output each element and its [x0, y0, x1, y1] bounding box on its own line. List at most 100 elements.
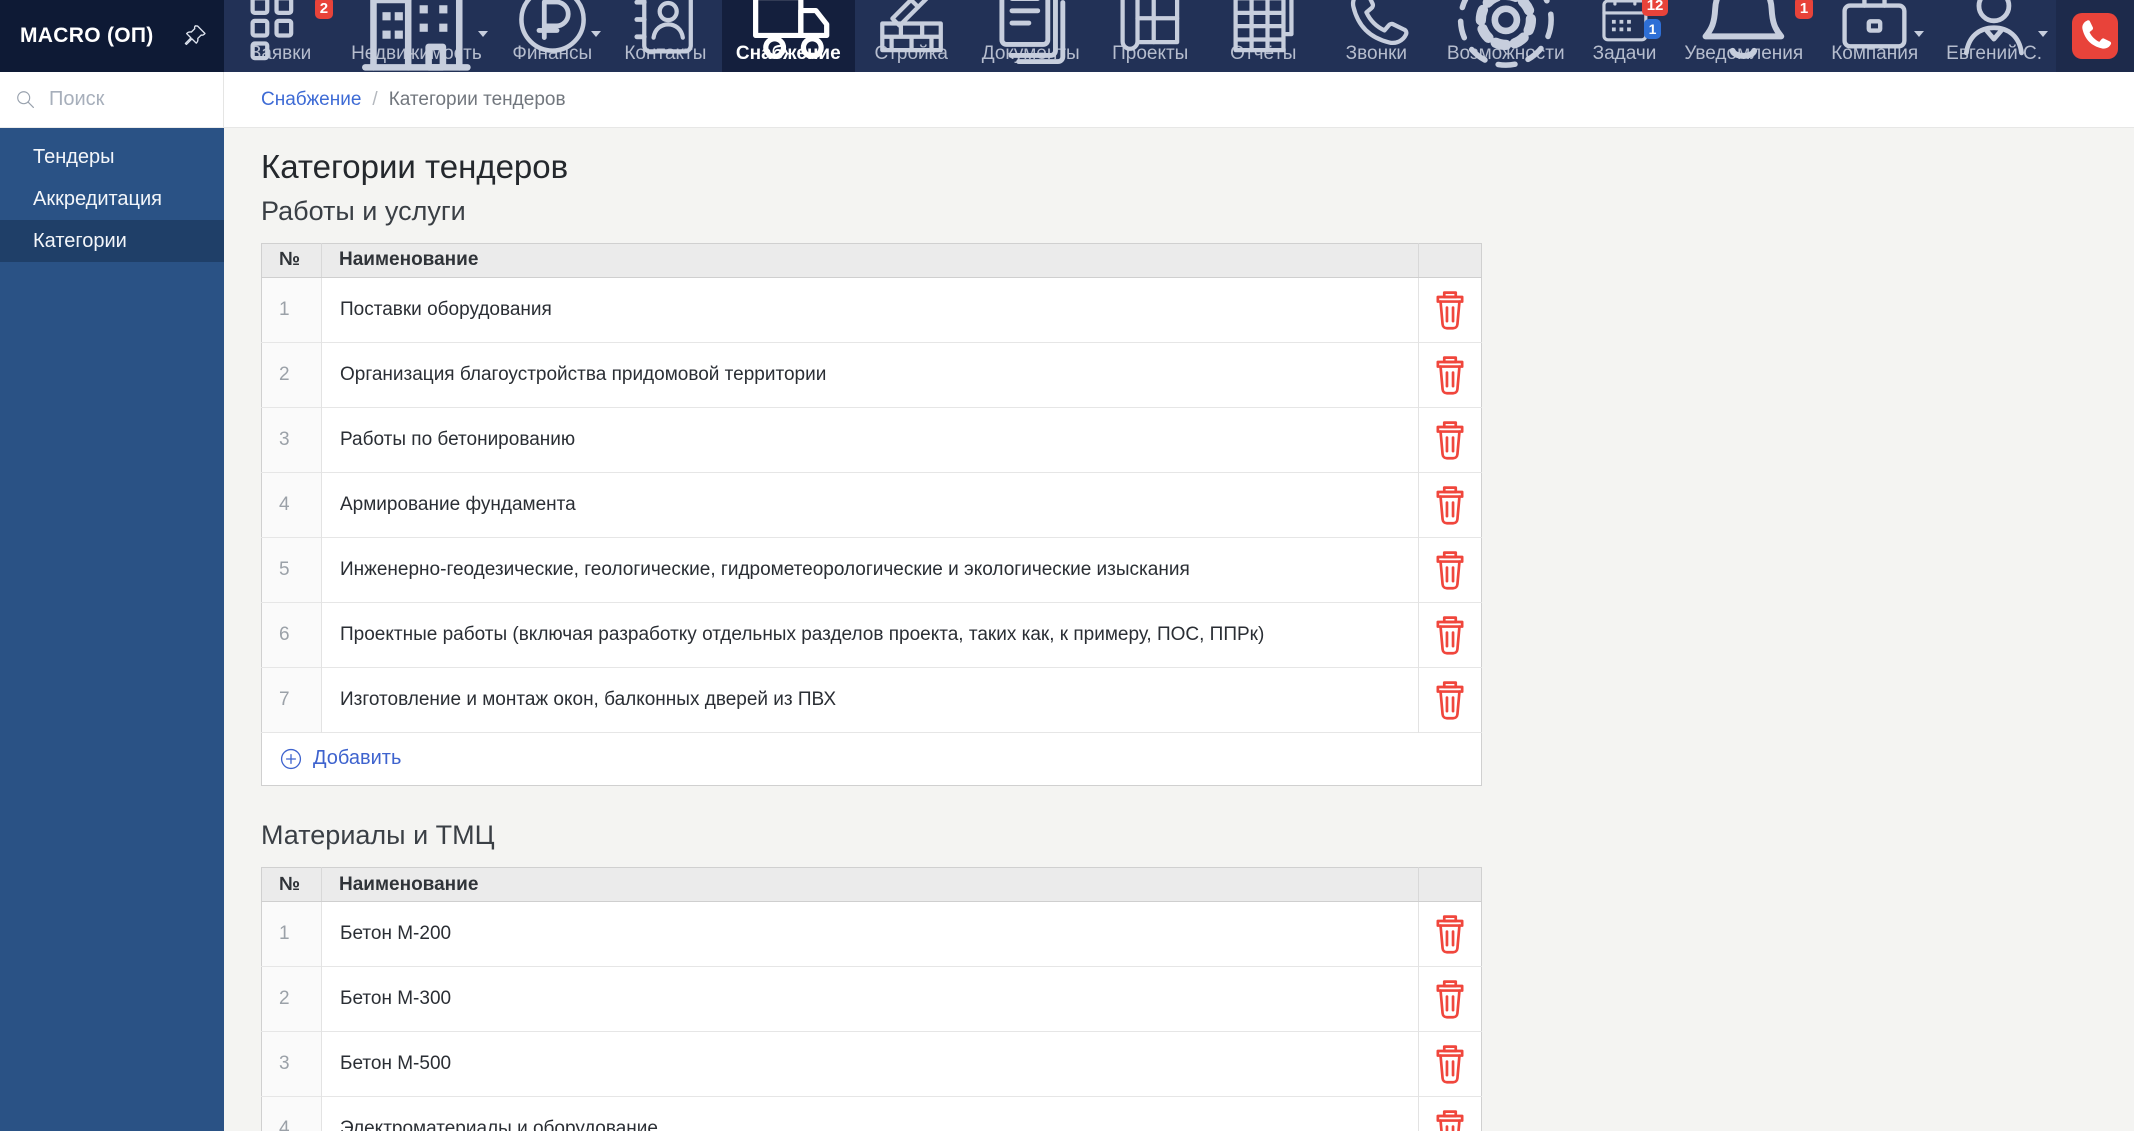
sidebar-item-label: Аккредитация — [33, 187, 163, 210]
column-header-actions — [1418, 243, 1482, 278]
delete-button[interactable] — [1419, 473, 1481, 535]
phone-icon — [1334, 0, 1419, 46]
main-content: Категории тендеров Работы и услуги № Наи… — [224, 128, 2134, 1131]
trash-icon — [1423, 1101, 1477, 1131]
nav-item-zadachi[interactable]: 12 1 Задачи — [1579, 0, 1671, 72]
trash-icon — [1423, 607, 1477, 661]
spreadsheet-icon — [1221, 0, 1306, 53]
nav-item-vozmozhnosti[interactable]: Возможности — [1433, 0, 1579, 72]
delete-button[interactable] — [1419, 278, 1481, 340]
row-number: 1 — [261, 901, 322, 967]
column-header-num: № — [261, 243, 322, 278]
user-icon — [1946, 0, 2048, 56]
nav-item-snabzhenie[interactable]: Снабжение — [721, 0, 855, 72]
top-navbar: MACRO (ОП) 2 Заявки Недвижимость Финансы… — [0, 0, 2134, 72]
column-header-actions — [1418, 867, 1482, 903]
nav-item-dokumenty[interactable]: Документы — [968, 0, 1094, 72]
search-icon — [14, 88, 37, 111]
row-name: Бетон М-500 — [321, 1031, 1419, 1097]
sidebar-item-akkreditaciya[interactable]: Аккредитация — [0, 178, 224, 220]
add-row: Добавить — [261, 731, 1482, 786]
trash-icon — [1423, 971, 1477, 1025]
delete-button[interactable] — [1419, 603, 1481, 665]
app-window: MACRO (ОП) 2 Заявки Недвижимость Финансы… — [0, 0, 2134, 1131]
trash-icon — [1423, 412, 1477, 466]
delete-button[interactable] — [1419, 1097, 1481, 1131]
table-row: 7 Изготовление и монтаж окон, балконных … — [261, 666, 1482, 733]
row-number: 3 — [261, 1031, 322, 1097]
delete-button[interactable] — [1419, 668, 1481, 730]
ruble-icon — [510, 0, 601, 54]
breadcrumb-separator: / — [372, 88, 378, 110]
row-name: Инженерно-геодезические, геологические, … — [321, 536, 1419, 603]
row-name: Проектные работы (включая разработку отд… — [321, 601, 1419, 668]
table-row: 3 Работы по бетонированию — [261, 406, 1482, 473]
nav-item-kontakty[interactable]: Контакты — [609, 0, 722, 72]
table-header-row: № Наименование — [261, 243, 1482, 278]
row-name: Бетон М-300 — [321, 966, 1419, 1032]
row-name: Работы по бетонированию — [321, 406, 1419, 473]
nav-item-nedvizhimost[interactable]: Недвижимость — [337, 0, 496, 72]
chevron-down-icon — [590, 31, 601, 37]
breadcrumb-link[interactable]: Снабжение — [261, 89, 361, 111]
briefcase-icon — [1831, 0, 1925, 48]
delete-button[interactable] — [1419, 967, 1481, 1029]
delete-button[interactable] — [1419, 902, 1481, 964]
bell-icon: 1 — [1684, 0, 1814, 59]
pin-icon[interactable] — [181, 23, 208, 50]
trash-icon — [1423, 542, 1477, 596]
nav-item-zvonki[interactable]: Звонки — [1320, 0, 1433, 72]
column-header-name: Наименование — [321, 243, 1419, 278]
row-number: 3 — [261, 406, 322, 473]
count-badge: 1 — [1643, 19, 1662, 39]
chevron-down-icon — [1914, 31, 1925, 37]
table-header-row: № Наименование — [261, 867, 1482, 903]
nav-item-otchety[interactable]: Отчёты — [1207, 0, 1320, 72]
search-input[interactable] — [47, 87, 209, 112]
nav-item-zayavki[interactable]: 2 Заявки — [224, 0, 337, 72]
nav-item-kompaniya[interactable]: Компания — [1817, 0, 1932, 72]
sidebar-item-kategorii[interactable]: Категории — [0, 220, 224, 262]
nav-item-stroyka[interactable]: Стройка — [855, 0, 968, 72]
add-category-button[interactable]: Добавить — [278, 746, 401, 772]
sidebar-item-label: Категории — [33, 229, 127, 252]
breadcrumb: Снабжение / Категории тендеров — [224, 72, 2134, 128]
delete-button[interactable] — [1419, 408, 1481, 470]
user-menu: 12 1 Задачи 1 Уведомления Компания Евген… — [1579, 0, 2134, 72]
table-row: 1 Бетон М-200 — [261, 901, 1482, 967]
delete-button[interactable] — [1419, 343, 1481, 405]
nav-item-proekty[interactable]: Проекты — [1094, 0, 1207, 72]
nav-item-uvedomleniya[interactable]: 1 Уведомления — [1670, 0, 1817, 72]
building-icon — [351, 0, 488, 71]
documents-icon — [982, 0, 1080, 65]
table-row: 2 Организация благоустройства придомовой… — [261, 341, 1482, 408]
delete-button[interactable] — [1419, 538, 1481, 600]
trash-icon — [1423, 477, 1477, 531]
sidebar-item-tendery[interactable]: Тендеры — [0, 136, 224, 178]
main-menu: 2 Заявки Недвижимость Финансы Контакты С… — [224, 0, 1579, 72]
count-badge: 1 — [1794, 0, 1814, 19]
sidebar-search — [0, 72, 224, 128]
nav-item-finansy[interactable]: Финансы — [496, 0, 609, 72]
count-badge: 12 — [1641, 0, 1669, 16]
sidebar: Тендеры Аккредитация Категории — [0, 72, 224, 1131]
calendar-icon: 12 1 — [1593, 0, 1669, 42]
plus-circle-icon — [278, 746, 304, 772]
row-number: 6 — [261, 601, 322, 668]
breadcrumb-current: Категории тендеров — [388, 88, 566, 110]
nav-item-user[interactable]: Евгений С. — [1932, 0, 2056, 72]
row-number: 2 — [261, 966, 322, 1032]
chevron-down-icon — [477, 31, 488, 37]
row-name: Бетон М-200 — [321, 901, 1419, 967]
row-number: 4 — [261, 471, 322, 538]
trash-icon — [1423, 906, 1477, 960]
table-row: 6 Проектные работы (включая разработку о… — [261, 601, 1482, 668]
row-name: Поставки оборудования — [321, 277, 1419, 343]
sidebar-item-label: Тендеры — [33, 145, 115, 168]
call-button[interactable] — [2072, 13, 2118, 59]
table-row: 3 Бетон М-500 — [261, 1031, 1482, 1097]
row-number: 5 — [261, 536, 322, 603]
delete-button[interactable] — [1419, 1032, 1481, 1094]
trash-icon — [1423, 1036, 1477, 1090]
section-works-services: Работы и услуги № Наименование 1 Поставк… — [261, 196, 2094, 786]
